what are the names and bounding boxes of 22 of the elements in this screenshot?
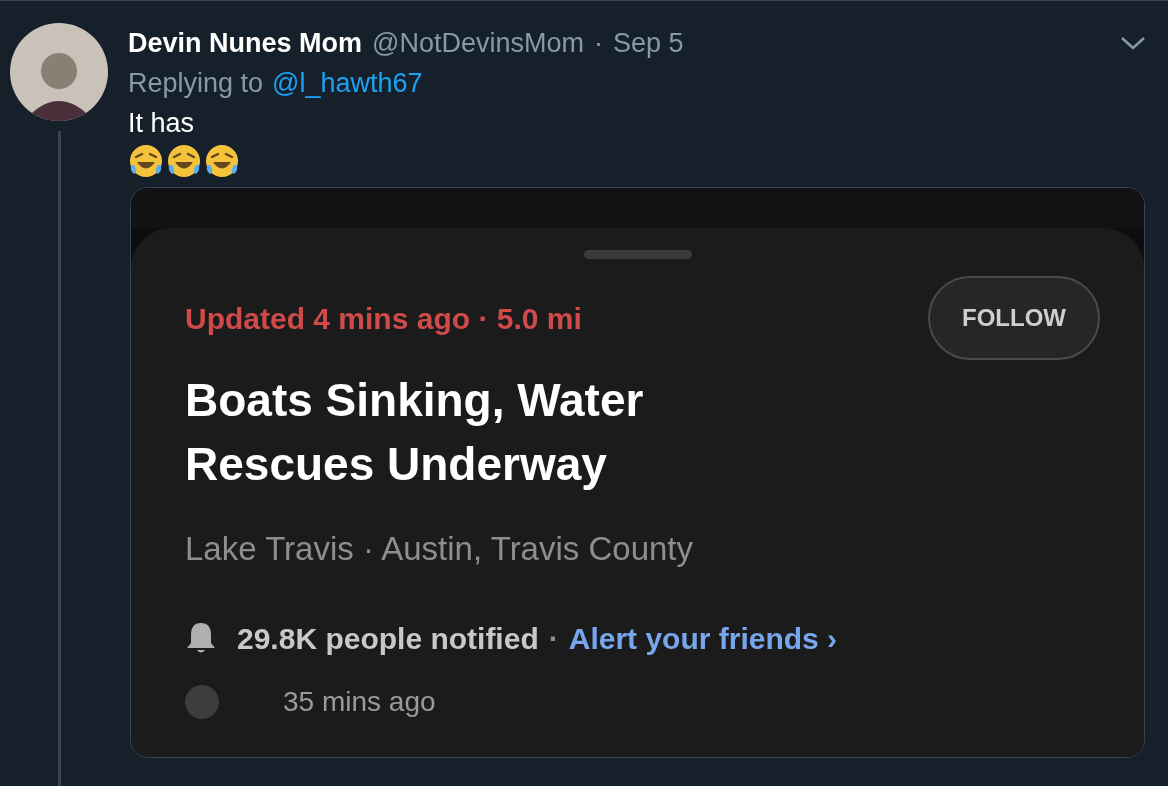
notified-count: 29.8K people notified bbox=[237, 620, 539, 657]
chevron-down-icon[interactable] bbox=[1120, 35, 1146, 51]
bell-icon bbox=[185, 621, 217, 655]
alert-friends-link[interactable]: Alert your friends › bbox=[568, 615, 838, 661]
separator-dot: · bbox=[594, 27, 603, 60]
embedded-screenshot[interactable]: Updated 4 mins ago · 5.0 mi FOLLOW Boats Sinking, Water Rescues Underway Lake Travis · Austin, Travis County 29.8K people notified · Alert your friends › 35 mins ago bbox=[130, 187, 1145, 758]
mention-link[interactable]: @l_hawth67 bbox=[272, 65, 423, 101]
update-meta: Updated 4 mins ago · 5.0 mi bbox=[185, 300, 582, 337]
drag-handle[interactable] bbox=[583, 250, 692, 259]
follow-button[interactable]: FOLLOW bbox=[928, 276, 1100, 360]
laughing-face-icon bbox=[166, 143, 202, 179]
laughing-face-icon bbox=[204, 143, 240, 179]
headline: Boats Sinking, Water Rescues Underway bbox=[185, 373, 645, 492]
location-text: Lake Travis · Austin, Travis County bbox=[185, 529, 695, 569]
laughing-face-icon bbox=[128, 143, 164, 179]
separator-dot: · bbox=[548, 620, 559, 657]
replying-label: Replying to bbox=[128, 67, 264, 100]
timeline-time: 35 mins ago bbox=[283, 684, 436, 719]
tweet-date[interactable]: Sep 5 bbox=[613, 25, 684, 61]
tweet-text: It has bbox=[128, 107, 196, 140]
author-name[interactable]: Devin Nunes Mom bbox=[128, 25, 363, 61]
author-handle: @NotDevinsMom bbox=[372, 27, 584, 60]
